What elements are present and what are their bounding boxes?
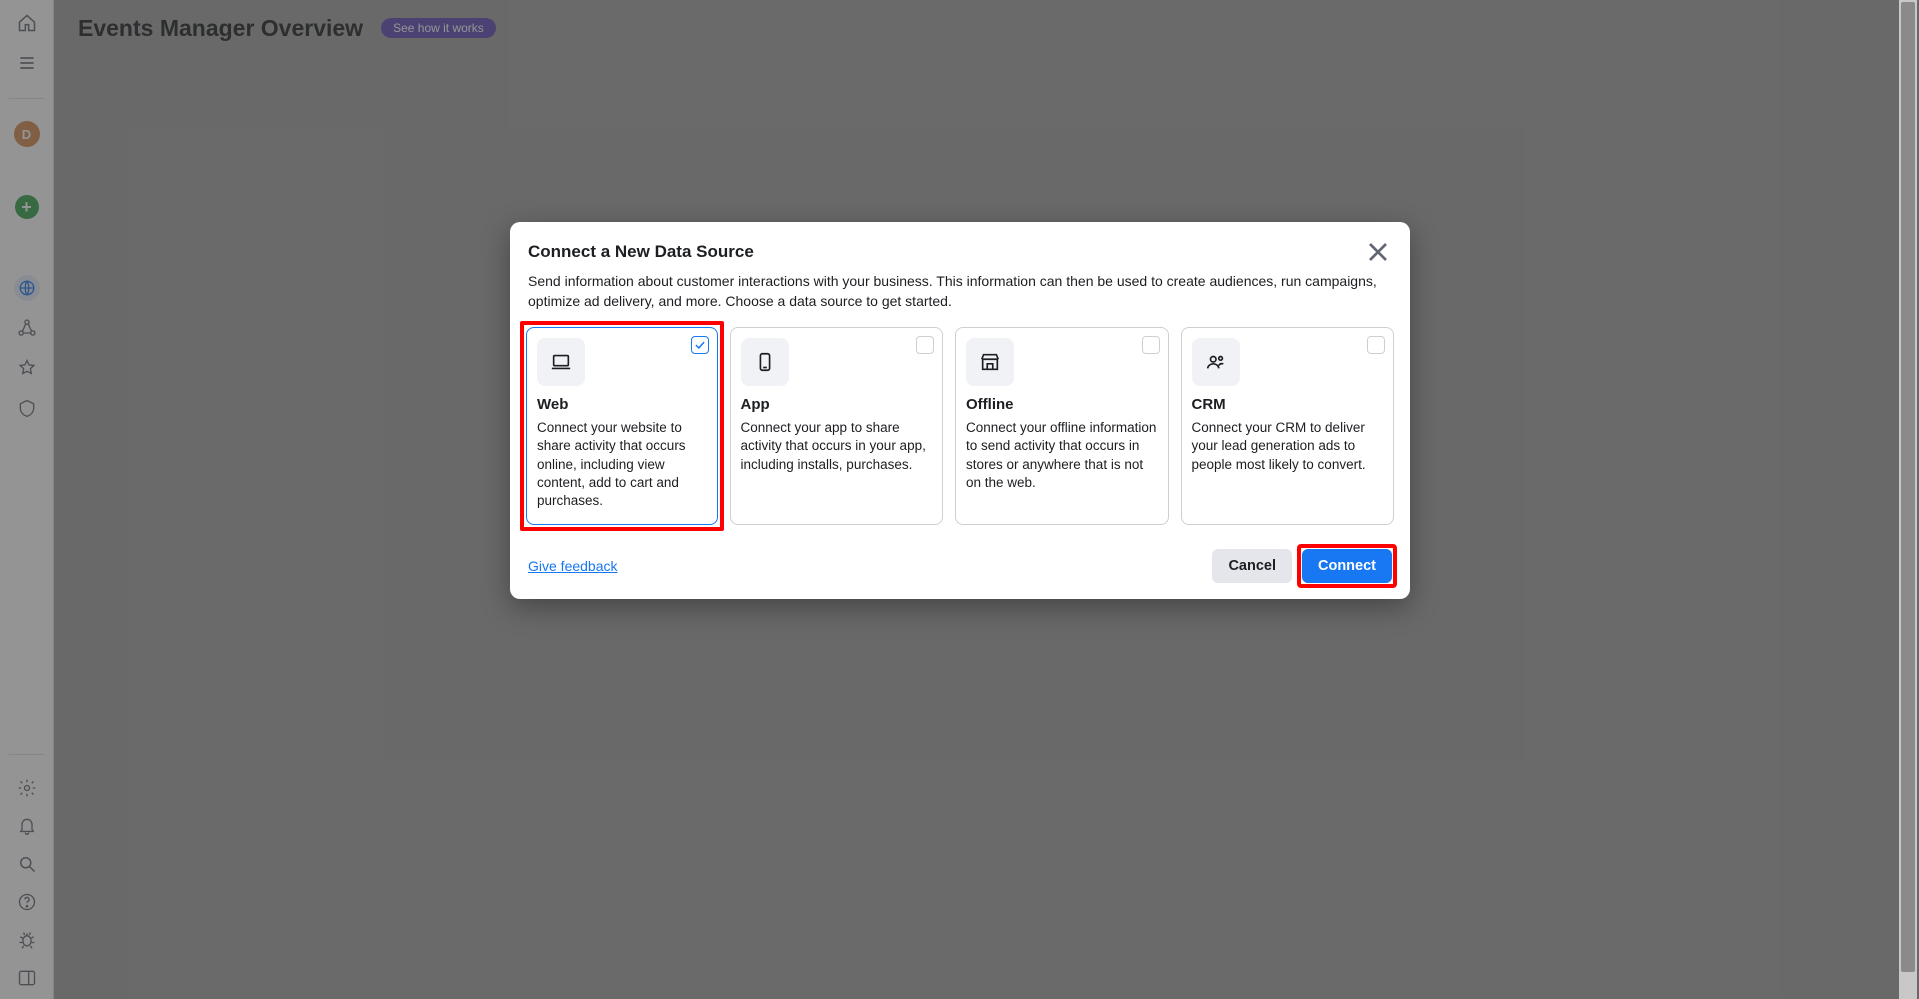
checkbox-icon [916,336,934,354]
checkbox-icon [1367,336,1385,354]
contacts-icon [1192,338,1240,386]
modal-subtitle: Send information about customer interact… [526,272,1394,327]
connect-button[interactable]: Connect [1302,549,1392,583]
laptop-icon [537,338,585,386]
modal-title: Connect a New Data Source [526,242,1394,272]
card-title: Offline [966,396,1158,413]
scroll-thumb[interactable] [1901,2,1915,972]
store-icon [966,338,1014,386]
card-desc: Connect your app to share activity that … [741,419,933,474]
mobile-icon [741,338,789,386]
checkbox-icon [1142,336,1160,354]
scrollbar[interactable] [1899,0,1917,999]
connect-data-source-modal: Connect a New Data Source Send informati… [510,222,1410,599]
card-desc: Connect your offline information to send… [966,419,1158,492]
modal-footer: Give feedback Cancel Connect [526,549,1394,583]
card-web[interactable]: Web Connect your website to share activi… [526,327,718,525]
card-title: CRM [1192,396,1384,413]
card-offline[interactable]: Offline Connect your offline information… [955,327,1169,525]
card-desc: Connect your CRM to deliver your lead ge… [1192,419,1384,474]
card-row: Web Connect your website to share activi… [526,327,1394,525]
card-crm[interactable]: CRM Connect your CRM to deliver your lea… [1181,327,1395,525]
card-title: Web [537,396,707,413]
card-title: App [741,396,933,413]
card-app[interactable]: App Connect your app to share activity t… [730,327,944,525]
check-icon [691,336,709,354]
close-icon[interactable] [1362,236,1394,268]
card-desc: Connect your website to share activity t… [537,419,707,510]
give-feedback-link[interactable]: Give feedback [528,558,618,574]
cancel-button[interactable]: Cancel [1212,549,1292,583]
